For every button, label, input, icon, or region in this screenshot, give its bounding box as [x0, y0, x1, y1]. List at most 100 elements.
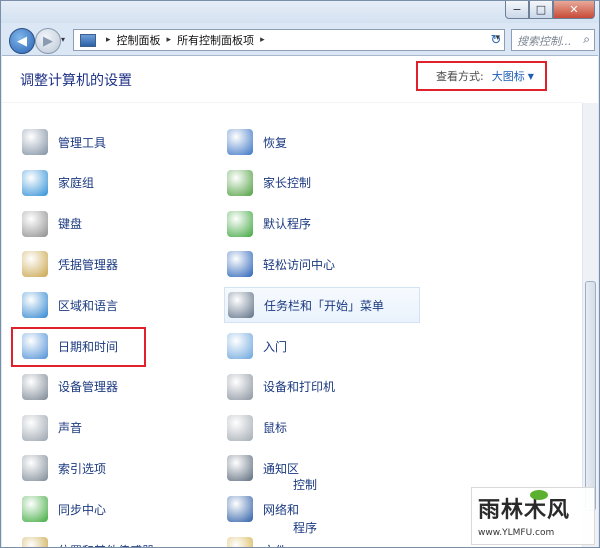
control-panel-item-label: 同步中心 — [58, 502, 107, 517]
homegroup-icon — [22, 169, 48, 196]
control-panel-item-label: 索引选项 — [58, 461, 107, 476]
page-title: 调整计算机的设置 — [20, 73, 132, 89]
control-panel-item-label: 位置和其他传感器 — [58, 542, 154, 548]
breadcrumb-control-panel[interactable]: 控制面板 — [117, 32, 161, 48]
forward-button[interactable]: ▶ — [35, 28, 61, 54]
maximize-icon: □ — [535, 3, 547, 16]
control-panel-item-label: 日期和时间 — [58, 339, 119, 354]
recovery-icon — [227, 129, 253, 155]
control-panel-item-label: 区域和语言 — [58, 298, 119, 313]
sync-center-icon — [22, 496, 48, 523]
control-panel-item[interactable]: 日期和时间 — [22, 328, 118, 364]
taskbar-start-menu-icon — [228, 292, 254, 319]
search-icon[interactable]: ⌕ — [583, 32, 590, 47]
control-panel-item[interactable]: 同步中心 — [22, 491, 106, 527]
control-panel-item[interactable]: 家长控制 — [227, 165, 311, 201]
control-panel-item[interactable]: 通知区 — [227, 450, 299, 486]
navigation-bar: ◀ ▶ ▾ ▸ 控制面板 ▸ 所有控制面板项 ▸ ▾ ↻ 搜索控制... ⌕ — [1, 23, 599, 55]
control-panel-item-label: 入门 — [263, 339, 288, 354]
control-panel-item[interactable]: 区域和语言 — [22, 287, 118, 323]
control-panel-item[interactable]: 默认程序 — [227, 206, 311, 242]
breadcrumb-separator-icon[interactable]: ▸ — [106, 35, 111, 45]
control-panel-item-label: 键盘 — [58, 217, 83, 232]
control-panel-item-label: 网络和 — [263, 502, 300, 517]
control-panel-item[interactable]: 文件 — [227, 532, 287, 548]
refresh-button[interactable]: ↻ — [485, 29, 507, 51]
sound-icon — [22, 414, 48, 441]
refresh-icon: ↻ — [490, 32, 502, 48]
control-panel-item[interactable]: 入门 — [227, 328, 287, 364]
indexing-options-icon — [22, 455, 48, 482]
network-icon — [227, 496, 253, 523]
breadcrumb-all-items[interactable]: 所有控制面板项 — [177, 32, 254, 48]
vertical-scrollbar[interactable] — [582, 103, 598, 547]
control-panel-item[interactable]: 恢复 — [227, 124, 287, 160]
control-panel-item[interactable]: 管理工具 — [22, 124, 106, 160]
overlapping-item-text-fragment: 控制 — [293, 476, 318, 493]
control-panel-item-label: 设备和打印机 — [263, 380, 336, 395]
control-panel-item[interactable]: 声音 — [22, 410, 82, 446]
device-manager-icon — [22, 373, 48, 400]
maximize-button[interactable]: □ — [529, 1, 553, 19]
close-button[interactable]: ✕ — [553, 1, 595, 19]
control-panel-window: − □ ✕ ◀ ▶ ▾ ▸ 控制面板 ▸ 所有控制面板项 ▸ ▾ ↻ 搜索控制.… — [0, 0, 600, 548]
control-panel-item-label: 恢复 — [263, 135, 288, 150]
view-by-label: 查看方式: — [436, 70, 484, 83]
control-panel-item-label: 任务栏和「开始」菜单 — [264, 298, 385, 313]
scrollbar-thumb[interactable] — [585, 281, 596, 511]
overlapping-item-text-fragment: 程序 — [293, 519, 318, 536]
view-by-control: 查看方式: 大图标 ▼ — [416, 61, 547, 91]
region-language-icon — [22, 292, 48, 319]
notification-area-icon — [227, 455, 253, 482]
parental-controls-icon — [227, 169, 253, 196]
view-by-dropdown[interactable]: 大图标 — [492, 68, 525, 84]
back-arrow-icon: ◀ — [17, 33, 27, 49]
default-programs-icon — [227, 210, 253, 237]
control-panel-item-label: 文件 — [263, 542, 287, 548]
minimize-button[interactable]: − — [505, 1, 529, 19]
control-panel-item-label: 默认程序 — [263, 217, 312, 232]
control-panel-icon — [80, 33, 96, 47]
mouse-icon — [227, 414, 253, 441]
control-panel-item[interactable]: 任务栏和「开始」菜单 — [224, 287, 420, 324]
credential-manager-icon — [22, 251, 48, 278]
minimize-icon: − — [512, 3, 522, 16]
control-panel-item-label: 管理工具 — [58, 135, 107, 150]
control-panel-item[interactable]: 凭据管理器 — [22, 246, 118, 282]
location-sensors-icon — [22, 537, 48, 547]
keyboard-icon — [22, 210, 48, 237]
control-panel-item-label: 轻松访问中心 — [263, 257, 336, 272]
recent-pages-dropdown[interactable]: ▾ — [61, 35, 65, 44]
date-time-icon — [22, 333, 48, 359]
control-panel-item-label: 凭据管理器 — [58, 257, 119, 272]
control-panel-item-label: 家庭组 — [58, 176, 95, 191]
control-panel-item-label: 通知区 — [263, 461, 300, 476]
breadcrumb-separator-icon[interactable]: ▸ — [260, 35, 265, 45]
leaf-icon — [530, 490, 548, 500]
control-panel-item[interactable]: 键盘 — [22, 206, 82, 242]
getting-started-icon — [227, 333, 253, 359]
forward-arrow-icon: ▶ — [43, 33, 53, 49]
site-watermark: 雨林木风 www.YLMFU.com — [471, 487, 595, 545]
control-panel-item-label: 家长控制 — [263, 176, 312, 191]
control-panel-item-label: 鼠标 — [263, 421, 288, 436]
control-panel-item[interactable]: 位置和其他传感器 — [22, 532, 154, 548]
search-placeholder: 搜索控制... — [517, 35, 572, 48]
control-panel-item[interactable]: 设备管理器 — [22, 369, 118, 405]
chevron-down-icon[interactable]: ▼ — [528, 72, 534, 81]
control-panel-item-list: 管理工具 恢复家庭组 家长控制键盘 默认程序凭据管理器 轻松访问中心区域和语言 任务栏和「… — [2, 103, 582, 548]
control-panel-item-label: 设备管理器 — [58, 380, 119, 395]
control-panel-item[interactable]: 轻松访问中心 — [227, 246, 335, 282]
control-panel-item[interactable]: 鼠标 — [227, 410, 287, 446]
control-panel-item[interactable]: 家庭组 — [22, 165, 94, 201]
watermark-logo-text: 雨林木风 — [478, 498, 571, 523]
search-input[interactable]: 搜索控制... ⌕ — [511, 29, 595, 51]
address-bar[interactable]: ▸ 控制面板 ▸ 所有控制面板项 ▸ ▾ — [73, 29, 505, 51]
close-icon: ✕ — [569, 3, 579, 16]
control-panel-item[interactable]: 索引选项 — [22, 450, 106, 486]
control-panel-item[interactable]: 设备和打印机 — [227, 369, 335, 405]
control-panel-item[interactable]: 网络和 — [227, 491, 299, 527]
breadcrumb-separator-icon[interactable]: ▸ — [167, 35, 172, 45]
back-button[interactable]: ◀ — [9, 28, 35, 54]
content-pane: 调整计算机的设置 查看方式: 大图标 ▼ 管理工具 恢复家庭组 家长控制键盘 默认程序… — [2, 55, 598, 548]
